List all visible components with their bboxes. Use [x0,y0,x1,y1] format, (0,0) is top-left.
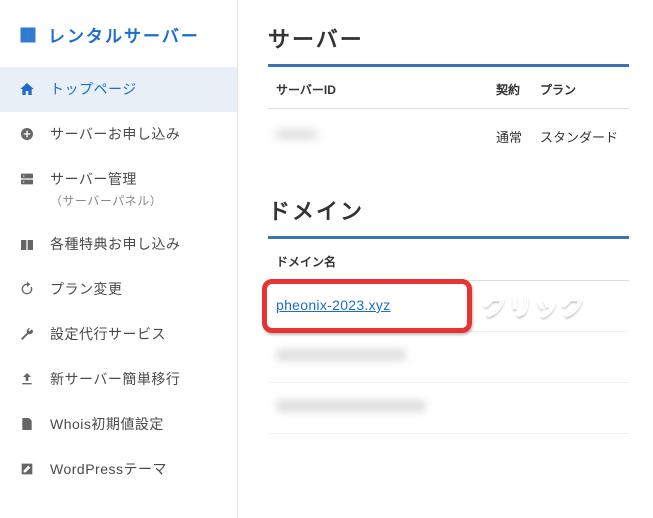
col-server-id: サーバーID [276,81,496,98]
gift-icon [18,235,36,253]
nav-label: プラン変更 [50,279,123,300]
sidebar-item-plan-change[interactable]: プラン変更 [0,267,237,312]
nav-label: 新サーバー簡単移行 [50,369,180,390]
col-contract: 契約 [496,81,540,98]
domain-row: pheonix-2023.xyz クリック [268,281,629,332]
blurred-text [276,349,406,361]
upload-icon [18,370,36,388]
edit-icon [18,460,36,478]
nav-label: WordPressテーマ [50,459,167,480]
nav-label: Whois初期値設定 [50,414,164,435]
nav-label: 設定代行サービス [50,324,166,345]
col-domain-name: ドメイン名 [276,253,336,270]
cell-server-id: ******** [276,129,496,144]
col-plan: プラン [540,81,621,98]
blurred-text: ******** [276,129,316,144]
sidebar-item-setup-service[interactable]: 設定代行サービス [0,312,237,357]
server-table: サーバーID 契約 プラン ******** 通常 スタンダード [268,67,629,172]
nav-label: トップページ [50,79,137,100]
main-panel: サーバー サーバーID 契約 プラン ******** 通常 スタンダード ドメ… [238,0,653,518]
sidebar-item-server-apply[interactable]: サーバーお申し込み [0,112,237,157]
nav-label: 各種特典お申し込み [50,234,181,255]
brand-title: レンタルサーバー [48,22,200,47]
document-icon [18,415,36,433]
section-domain: ドメイン ドメイン名 pheonix-2023.xyz クリック [268,194,629,434]
sidebar-item-whois[interactable]: Whois初期値設定 [0,402,237,447]
domain-row [268,332,629,383]
nav-label-main: サーバー管理 [50,171,137,187]
sidebar-item-top[interactable]: トップページ [0,67,237,112]
server-table-row: ******** 通常 スタンダード [268,109,629,172]
section-domain-title: ドメイン [268,194,629,239]
sidebar-item-server-manage[interactable]: サーバー管理 （サーバーパネル） [0,157,237,222]
nav-label: サーバー管理 （サーバーパネル） [50,169,162,210]
brand-icon [18,25,38,45]
home-icon [18,80,36,98]
sidebar-item-migration[interactable]: 新サーバー簡単移行 [0,357,237,402]
nav-label-sub: （サーバーパネル） [50,192,162,210]
blurred-text [276,400,426,412]
cell-plan: スタンダード [540,127,621,146]
wrench-icon [18,325,36,343]
brand: レンタルサーバー [0,10,237,67]
refresh-icon [18,280,36,298]
sidebar: レンタルサーバー トップページ サーバーお申し込み サーバー管理 （サーバーパネ… [0,0,238,518]
domain-link[interactable]: pheonix-2023.xyz [276,297,391,313]
server-icon [18,170,36,188]
domain-row [268,383,629,434]
annotation-click-label: クリック [482,287,586,323]
nav-label: サーバーお申し込み [50,124,180,145]
server-table-header: サーバーID 契約 プラン [268,67,629,109]
cell-contract: 通常 [496,127,540,146]
section-server-title: サーバー [268,22,629,67]
plus-circle-icon [18,125,36,143]
sidebar-item-wordpress-theme[interactable]: WordPressテーマ [0,447,237,492]
sidebar-item-benefits[interactable]: 各種特典お申し込み [0,222,237,267]
domain-table-header: ドメイン名 [268,239,629,281]
